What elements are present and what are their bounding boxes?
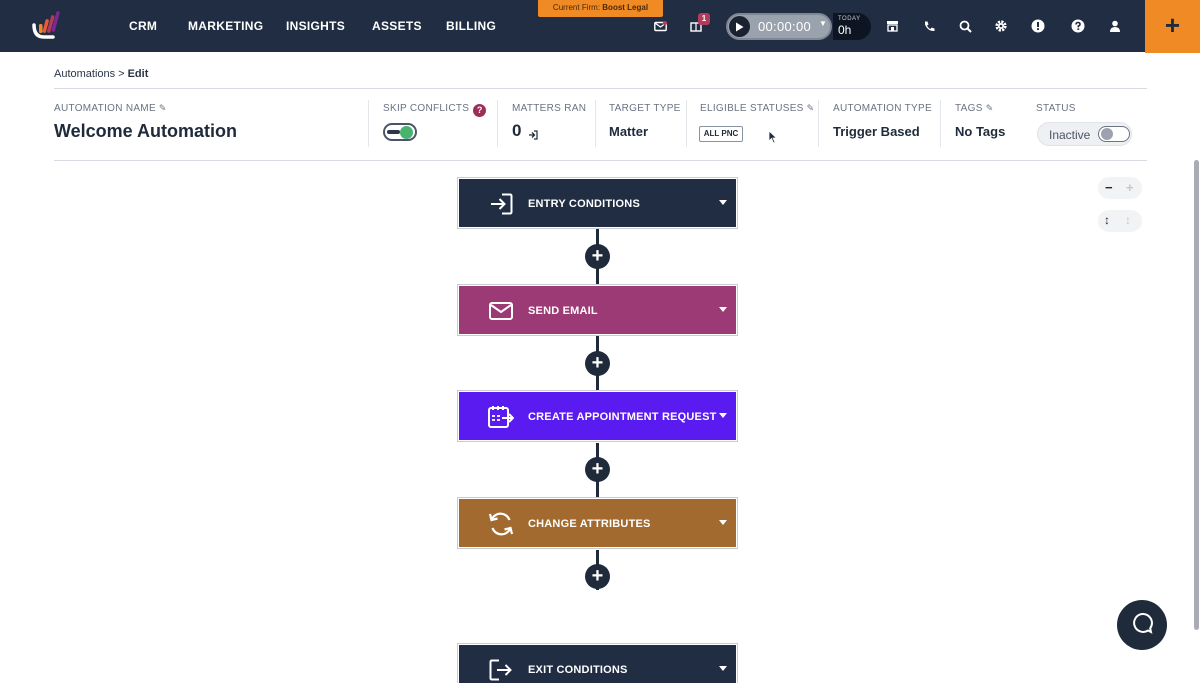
app-logo[interactable] bbox=[31, 10, 63, 40]
target-type-label: TARGET TYPE bbox=[609, 103, 681, 114]
edit-pencil-icon[interactable]: ✎ bbox=[807, 103, 815, 113]
zoom-in-button[interactable]: + bbox=[1126, 180, 1134, 195]
nav-billing[interactable]: BILLING bbox=[446, 19, 496, 33]
chat-bubble-icon bbox=[1131, 612, 1153, 639]
step-label: SEND EMAIL bbox=[528, 305, 598, 317]
fit-vertical-button[interactable]: ↕ bbox=[1104, 213, 1110, 227]
column-divider bbox=[595, 100, 596, 147]
current-firm-banner: Current Firm: Boost Legal bbox=[538, 0, 663, 17]
today-hours: TODAY 0h bbox=[833, 13, 871, 40]
current-firm-name: Boost Legal bbox=[602, 3, 649, 12]
toggle-knob bbox=[400, 126, 413, 139]
column-divider bbox=[497, 100, 498, 147]
nav-crm[interactable]: CRM bbox=[129, 19, 157, 33]
quick-add-button[interactable]: + bbox=[1145, 0, 1200, 53]
nav-assets[interactable]: ASSETS bbox=[372, 19, 422, 33]
store-icon[interactable] bbox=[882, 16, 902, 36]
chevron-down-icon[interactable] bbox=[719, 200, 727, 205]
mouse-cursor-icon bbox=[768, 130, 778, 149]
step-entry-conditions[interactable]: ENTRY CONDITIONS bbox=[457, 177, 738, 229]
add-step-button[interactable]: + bbox=[585, 351, 610, 376]
step-label: CREATE APPOINTMENT REQUEST bbox=[528, 411, 717, 423]
add-step-button[interactable]: + bbox=[585, 244, 610, 269]
step-create-appointment-request[interactable]: CREATE APPOINTMENT REQUEST bbox=[457, 390, 738, 442]
mail-icon[interactable] bbox=[650, 16, 670, 36]
chevron-down-icon[interactable]: ▼ bbox=[819, 19, 827, 28]
status-text: Inactive bbox=[1049, 128, 1091, 142]
zoom-out-button[interactable]: − bbox=[1105, 180, 1113, 195]
refresh-icon bbox=[488, 512, 514, 536]
chevron-down-icon[interactable] bbox=[719, 520, 727, 525]
automation-name-label: AUTOMATION NAME ✎ bbox=[54, 103, 167, 114]
step-label: EXIT CONDITIONS bbox=[528, 664, 628, 676]
top-navigation-bar: CRM MARKETING INSIGHTS ASSETS BILLING Cu… bbox=[0, 0, 1200, 52]
eligible-statuses-label: ELIGIBLE STATUSES ✎ bbox=[700, 103, 815, 114]
status-label: STATUS bbox=[1036, 103, 1076, 114]
tags-label: TAGS ✎ bbox=[955, 103, 994, 114]
header-divider-top bbox=[54, 88, 1147, 89]
chevron-down-icon[interactable] bbox=[719, 413, 727, 418]
calendar-arrow-icon bbox=[488, 405, 514, 429]
column-divider bbox=[940, 100, 941, 147]
toggle-track bbox=[387, 130, 400, 134]
chevron-down-icon[interactable] bbox=[719, 307, 727, 312]
automation-type-label: AUTOMATION TYPE bbox=[833, 103, 932, 114]
sign-out-icon bbox=[488, 658, 514, 682]
add-step-button[interactable]: + bbox=[585, 564, 610, 589]
fit-controls: ↕ ↕ bbox=[1098, 210, 1142, 232]
step-send-email[interactable]: SEND EMAIL bbox=[457, 284, 738, 336]
current-firm-label: Current Firm: bbox=[552, 3, 601, 12]
breadcrumb-current: Edit bbox=[127, 68, 149, 80]
status-switch-knob bbox=[1101, 128, 1113, 140]
step-exit-conditions[interactable]: EXIT CONDITIONS bbox=[457, 643, 738, 683]
matters-ran-label: MATTERS RAN bbox=[512, 103, 587, 114]
phone-icon[interactable] bbox=[919, 16, 939, 36]
step-label: ENTRY CONDITIONS bbox=[528, 198, 640, 210]
edit-pencil-icon[interactable]: ✎ bbox=[986, 103, 994, 113]
page-scrollbar[interactable] bbox=[1194, 160, 1199, 630]
automation-type-value: Trigger Based bbox=[833, 124, 920, 139]
eligible-status-chip: ALL PNC bbox=[699, 126, 743, 142]
automation-name-value[interactable]: Welcome Automation bbox=[54, 121, 237, 142]
gear-icon[interactable] bbox=[991, 16, 1011, 36]
tags-value: No Tags bbox=[955, 124, 1006, 139]
matters-ran-link-icon[interactable] bbox=[528, 127, 538, 145]
play-icon[interactable] bbox=[729, 16, 750, 37]
target-type-value: Matter bbox=[609, 124, 649, 139]
timer-time: 00:00:00 bbox=[758, 19, 812, 34]
breadcrumb: Automations > Edit bbox=[54, 68, 148, 80]
add-step-button[interactable]: + bbox=[585, 457, 610, 482]
breadcrumb-separator: > bbox=[118, 68, 125, 80]
skip-conflicts-toggle[interactable] bbox=[383, 123, 417, 141]
help-icon[interactable] bbox=[1068, 16, 1088, 36]
time-tracker[interactable]: 00:00:00 ▼ bbox=[726, 13, 832, 40]
zoom-controls: − + bbox=[1098, 177, 1142, 199]
today-label: TODAY bbox=[838, 16, 861, 22]
status-toggle[interactable]: Inactive bbox=[1037, 122, 1132, 146]
notification-badge: 1 bbox=[698, 13, 710, 25]
nav-marketing[interactable]: MARKETING bbox=[188, 19, 263, 33]
status-switch[interactable] bbox=[1098, 126, 1130, 142]
column-divider bbox=[686, 100, 687, 147]
chevron-down-icon[interactable] bbox=[719, 666, 727, 671]
skip-conflicts-label: SKIP CONFLICTS? bbox=[383, 103, 487, 117]
step-label: CHANGE ATTRIBUTES bbox=[528, 518, 651, 530]
skip-conflicts-help-icon[interactable]: ? bbox=[473, 104, 487, 117]
envelope-icon bbox=[488, 299, 514, 323]
edit-pencil-icon[interactable]: ✎ bbox=[159, 103, 167, 113]
search-icon[interactable] bbox=[955, 16, 975, 36]
today-value: 0h bbox=[838, 23, 852, 37]
chat-support-button[interactable] bbox=[1117, 600, 1167, 650]
alert-icon[interactable] bbox=[1028, 16, 1048, 36]
column-divider bbox=[368, 100, 369, 147]
header-divider-bottom bbox=[54, 160, 1147, 161]
matters-ran-value: 0 bbox=[512, 121, 522, 140]
fit-horizontal-button[interactable]: ↕ bbox=[1125, 213, 1131, 227]
breadcrumb-automations-link[interactable]: Automations bbox=[54, 68, 115, 80]
nav-insights[interactable]: INSIGHTS bbox=[286, 19, 345, 33]
user-icon[interactable] bbox=[1105, 16, 1125, 36]
sign-in-icon bbox=[488, 192, 514, 216]
step-change-attributes[interactable]: CHANGE ATTRIBUTES bbox=[457, 497, 738, 549]
column-divider bbox=[818, 100, 819, 147]
